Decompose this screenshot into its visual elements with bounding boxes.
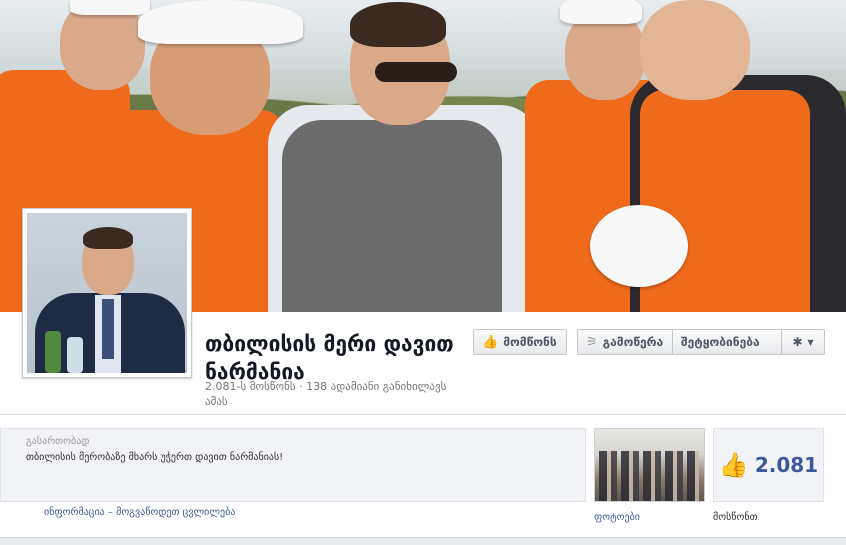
like-button-label: მომწონს <box>503 335 557 349</box>
photos-people <box>599 451 699 501</box>
info-link[interactable]: ინფორმაცია – მოგვაწოდეთ ცვლილება <box>44 507 235 518</box>
message-button-label: შეტყობინება <box>681 335 760 349</box>
message-button[interactable]: შეტყობინება <box>673 329 782 355</box>
about-category: გასართობად <box>26 436 90 447</box>
worker-head <box>640 0 750 100</box>
helmet-icon <box>560 0 642 24</box>
chevron-down-icon: ▾ <box>807 335 814 349</box>
likes-count: 2.081 <box>754 453 819 477</box>
photos-thumbnail[interactable] <box>594 428 705 502</box>
bottle-icon <box>45 331 61 373</box>
profile-picture[interactable] <box>22 208 192 378</box>
profile-photo <box>27 213 187 373</box>
likes-box[interactable]: 👍 2.081 <box>713 428 824 502</box>
like-button[interactable]: 👍 მომწონს <box>473 329 567 355</box>
center-person-hair <box>350 2 446 47</box>
page-stats: 2.081-ს მოსწონს · 138 ადამიანი განიხილავ… <box>205 380 447 408</box>
divider <box>0 414 846 415</box>
gear-icon: ✱ <box>792 335 803 349</box>
page-action-group: ⚞ გამოწერა შეტყობინება ✱ ▾ <box>577 329 825 355</box>
helmet-icon <box>70 0 150 15</box>
subscribe-button[interactable]: ⚞ გამოწერა <box>577 329 673 355</box>
about-description: თბილისის მერობაზე მხარს უჭერთ დავით ნარმ… <box>26 452 284 463</box>
page-title: თბილისის მერი დავით ნარმანია <box>205 332 454 384</box>
helmet-icon <box>590 205 688 287</box>
rss-icon: ⚞ <box>586 334 598 350</box>
subscribe-button-label: გამოწერა <box>602 335 664 349</box>
sunglasses-icon <box>375 62 457 82</box>
bottle-icon <box>67 337 83 373</box>
settings-dropdown-button[interactable]: ✱ ▾ <box>782 329 825 355</box>
profile-person-hair <box>83 227 133 249</box>
photos-label[interactable]: ფოტოები <box>594 512 640 523</box>
bottom-bar <box>0 537 846 545</box>
thumbs-up-icon: 👍 <box>718 451 749 479</box>
helmet-icon <box>138 0 303 44</box>
likes-label[interactable]: მოსწონთ <box>713 512 758 523</box>
thumbs-up-icon: 👍 <box>482 334 499 350</box>
tie-icon <box>102 299 114 359</box>
center-person-vest <box>282 120 502 312</box>
